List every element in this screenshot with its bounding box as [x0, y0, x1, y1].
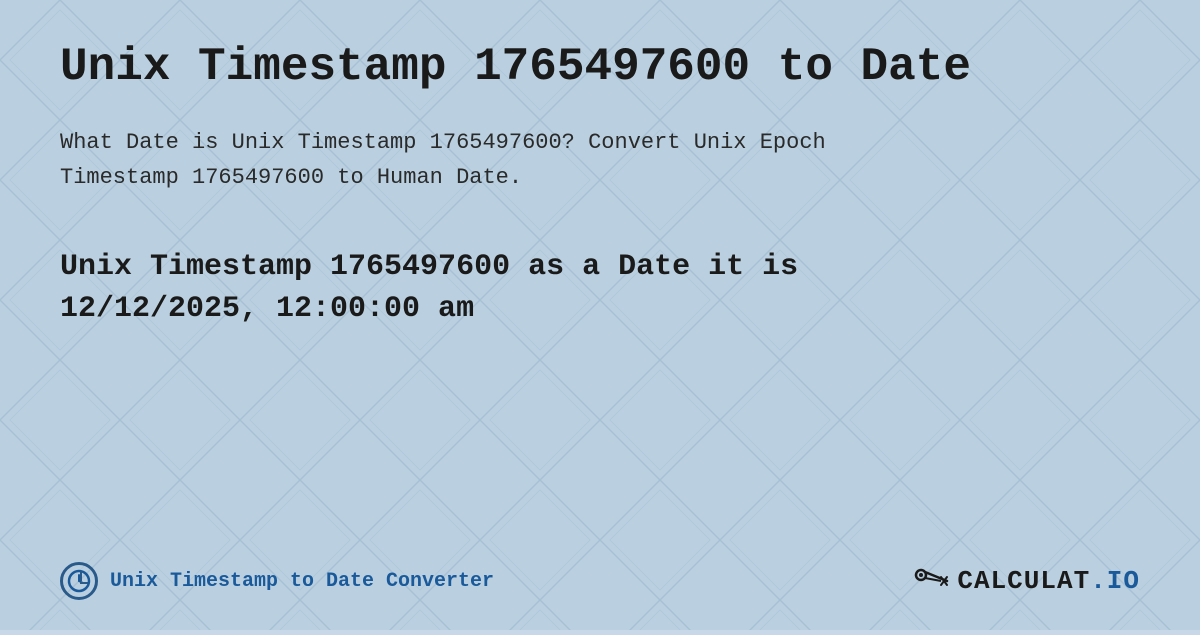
footer-label: Unix Timestamp to Date Converter: [110, 570, 494, 593]
logo: CALCULAT.IO: [913, 563, 1140, 599]
logo-text: CALCULAT.IO: [957, 566, 1140, 596]
description: What Date is Unix Timestamp 1765497600? …: [60, 125, 960, 195]
clock-icon: [60, 562, 98, 600]
footer: Unix Timestamp to Date Converter CALCULA…: [60, 542, 1140, 600]
logo-icon: [913, 563, 949, 599]
footer-left: Unix Timestamp to Date Converter: [60, 562, 494, 600]
page-title: Unix Timestamp 1765497600 to Date: [60, 40, 1140, 95]
result-text: Unix Timestamp 1765497600 as a Date it i…: [60, 246, 1010, 330]
